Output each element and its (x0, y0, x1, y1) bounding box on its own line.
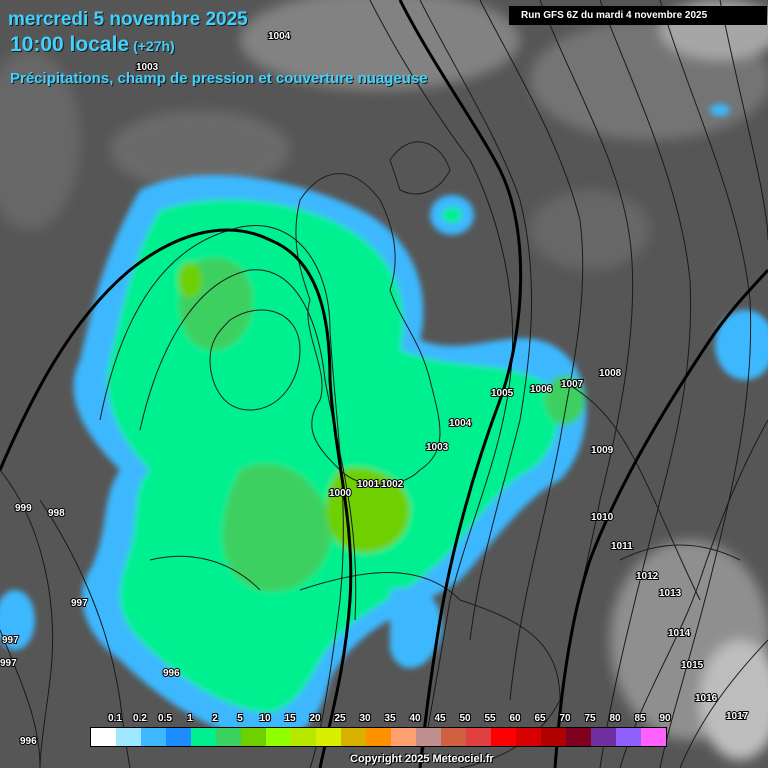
legend-swatch (566, 728, 591, 746)
legend-label: 0.1 (108, 713, 122, 724)
legend-label: 50 (459, 713, 471, 724)
legend-label: 1 (187, 713, 193, 724)
isobar-label: 1007 (561, 379, 584, 390)
legend-color-bar (90, 727, 667, 747)
legend-label: 0.5 (158, 713, 172, 724)
legend-label: 45 (434, 713, 446, 724)
legend-label: 85 (634, 713, 646, 724)
isobar-label: 1000 (329, 488, 352, 499)
legend-label: 5 (237, 713, 243, 724)
isobar-label: 1006 (530, 384, 553, 395)
legend-label: 30 (359, 713, 371, 724)
map-subtitle: Précipitations, champ de pression et cou… (10, 70, 428, 87)
legend-label: 10 (259, 713, 271, 724)
legend-swatch (141, 728, 166, 746)
legend-swatch (241, 728, 266, 746)
isobar-label: 997 (71, 598, 88, 609)
legend-swatch (591, 728, 616, 746)
legend-label: 2 (212, 713, 218, 724)
forecast-time: 10:00 locale (+27h) (10, 33, 175, 57)
legend-label: 60 (509, 713, 521, 724)
legend-label: 40 (409, 713, 421, 724)
legend-swatch (91, 728, 116, 746)
legend-swatch (116, 728, 141, 746)
legend-swatch (391, 728, 416, 746)
isobar-label: 1010 (591, 512, 614, 523)
legend-label: 75 (584, 713, 596, 724)
legend-swatch (266, 728, 291, 746)
legend-swatch (441, 728, 466, 746)
run-info-box: Run GFS 6Z du mardi 4 novembre 2025 (509, 6, 767, 25)
legend-swatch (341, 728, 366, 746)
isobar-label: 1004 (268, 31, 291, 42)
legend-labels: 0.1 0.2 0.5 1 2 5 10 15 20 25 30 35 40 45 50 55 60 65 70 75… (90, 713, 690, 727)
legend-swatch (516, 728, 541, 746)
isobar-label: 997 (0, 658, 17, 669)
legend-swatch (291, 728, 316, 746)
isobar-label: 1009 (591, 445, 614, 456)
legend-label: 65 (534, 713, 546, 724)
legend-label: 20 (309, 713, 321, 724)
legend-label: 0.2 (133, 713, 147, 724)
copyright: Copyright 2025 Meteociel.fr (350, 753, 494, 765)
isobar-label: 1017 (726, 711, 749, 722)
isobar-label: 1003 (426, 442, 449, 453)
legend-swatch (216, 728, 241, 746)
isobar-label: 1013 (659, 588, 682, 599)
legend-label: 80 (609, 713, 621, 724)
isobar-label: 997 (2, 635, 19, 646)
precipitation-legend: 0.1 0.2 0.5 1 2 5 10 15 20 25 30 35 40 45 50 55 60 65 70 75… (90, 713, 690, 747)
isobar-label: 1014 (668, 628, 691, 639)
isobar-label: 1012 (636, 571, 659, 582)
forecast-offset: (+27h) (133, 38, 175, 54)
isobar-label: 1015 (681, 660, 704, 671)
isobar-label: 998 (48, 508, 65, 519)
legend-swatch (491, 728, 516, 746)
isobar-label: 996 (20, 736, 37, 747)
legend-swatch (366, 728, 391, 746)
legend-swatch (466, 728, 491, 746)
legend-swatch (541, 728, 566, 746)
forecast-date: mercredi 5 novembre 2025 (8, 9, 248, 30)
isobar-label: 1004 (449, 418, 472, 429)
weather-map: 1004 1003 999 998 997 997 997 996 996 10… (0, 0, 768, 768)
isobar-label: 1005 (491, 388, 514, 399)
isobar-label: 996 (163, 668, 180, 679)
legend-label: 25 (334, 713, 346, 724)
legend-label: 70 (559, 713, 571, 724)
legend-label: 15 (284, 713, 296, 724)
legend-swatch (191, 728, 216, 746)
forecast-time-value: 10:00 locale (10, 33, 130, 56)
isobar-label: 1008 (599, 368, 622, 379)
isobar-label: 1016 (695, 693, 718, 704)
legend-swatch (166, 728, 191, 746)
isobar-label: 1001 (357, 479, 380, 490)
legend-swatch (416, 728, 441, 746)
isobar-label: 999 (15, 503, 32, 514)
isobar-label: 1011 (611, 541, 633, 552)
legend-swatch (616, 728, 641, 746)
legend-swatch (641, 728, 666, 746)
legend-label: 35 (384, 713, 396, 724)
isobar-label: 1002 (381, 479, 404, 490)
legend-swatch (316, 728, 341, 746)
legend-label: 55 (484, 713, 496, 724)
precipitation-map: 1004 1003 999 998 997 997 997 996 996 10… (0, 0, 768, 768)
legend-label: 90 (659, 713, 671, 724)
